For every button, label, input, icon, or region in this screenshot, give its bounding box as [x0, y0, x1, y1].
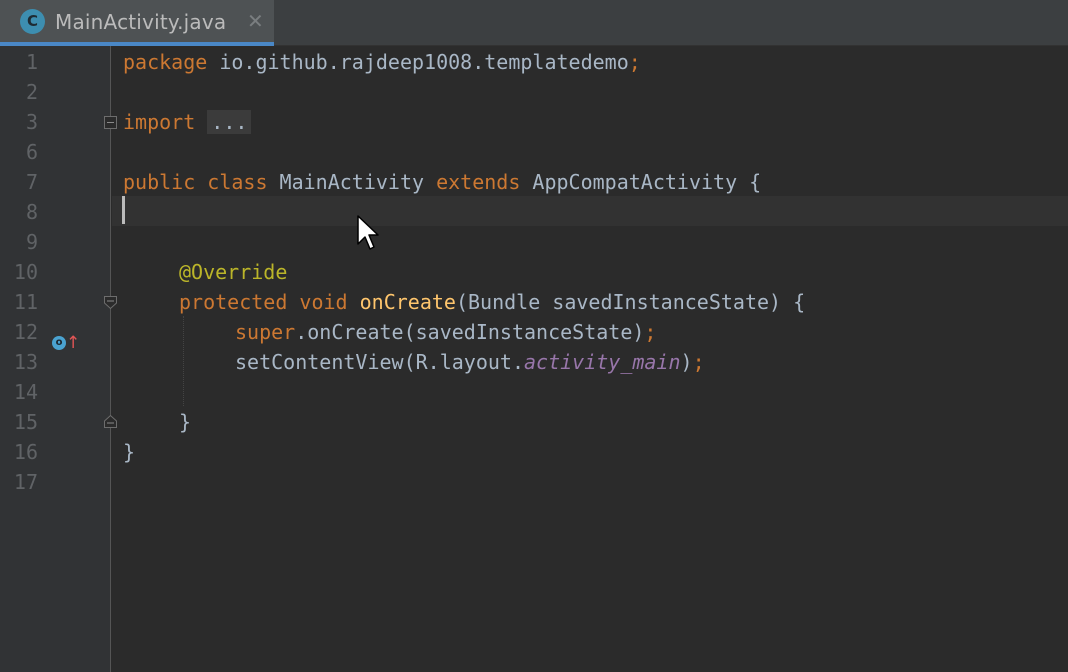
line-number: 16 — [13, 440, 38, 464]
line-number: 3 — [25, 110, 38, 134]
editor-tab-bar: C MainActivity.java ✕ — [0, 0, 1068, 46]
code-line-class-close: } — [123, 440, 136, 464]
editor-gutter[interactable]: 1 2 3 6 7 8 9 10 11 12 13 14 15 16 17 o … — [0, 46, 111, 672]
line-number: 1 — [25, 50, 38, 74]
line-number: 9 — [25, 230, 38, 254]
code-line-import: import ... — [123, 107, 252, 137]
line-number: 10 — [13, 260, 38, 284]
line-number: 15 — [13, 410, 38, 434]
code-line-package: package io.github.rajdeep1008.templatede… — [123, 50, 641, 74]
code-line-super-call: super.onCreate(savedInstanceState); — [235, 320, 657, 344]
line-number: 7 — [25, 170, 38, 194]
tab-title: MainActivity.java — [55, 10, 227, 34]
line-number: 2 — [25, 80, 38, 104]
line-number: 8 — [25, 200, 38, 224]
line-number: 6 — [25, 140, 38, 164]
code-editor[interactable]: package io.github.rajdeep1008.templatede… — [112, 46, 1068, 672]
line-number: 12 — [13, 320, 38, 344]
code-line-annotation: @Override — [179, 260, 288, 284]
folded-imports[interactable]: ... — [207, 110, 252, 134]
mouse-pointer-icon — [357, 215, 379, 250]
line-number: 14 — [13, 380, 38, 404]
code-line-set-content-view: setContentView(R.layout.activity_main); — [235, 350, 705, 374]
override-method-icon[interactable]: o — [52, 336, 66, 350]
line-number: 17 — [13, 470, 38, 494]
tab-main-activity[interactable]: C MainActivity.java ✕ — [0, 0, 274, 46]
java-class-icon: C — [20, 9, 45, 34]
line-number: 11 — [13, 290, 38, 314]
code-line-method-declaration: protected void onCreate(Bundle savedInst… — [179, 290, 806, 314]
override-arrow-icon[interactable]: ↑ — [66, 333, 80, 353]
line-number: 13 — [13, 350, 38, 374]
text-caret — [122, 196, 125, 224]
current-line-highlight — [112, 196, 1068, 226]
code-line-method-close: } — [179, 410, 192, 434]
code-line-class-declaration: public class MainActivity extends AppCom… — [123, 170, 762, 194]
close-tab-icon[interactable]: ✕ — [247, 9, 264, 33]
indent-guide — [183, 316, 184, 406]
